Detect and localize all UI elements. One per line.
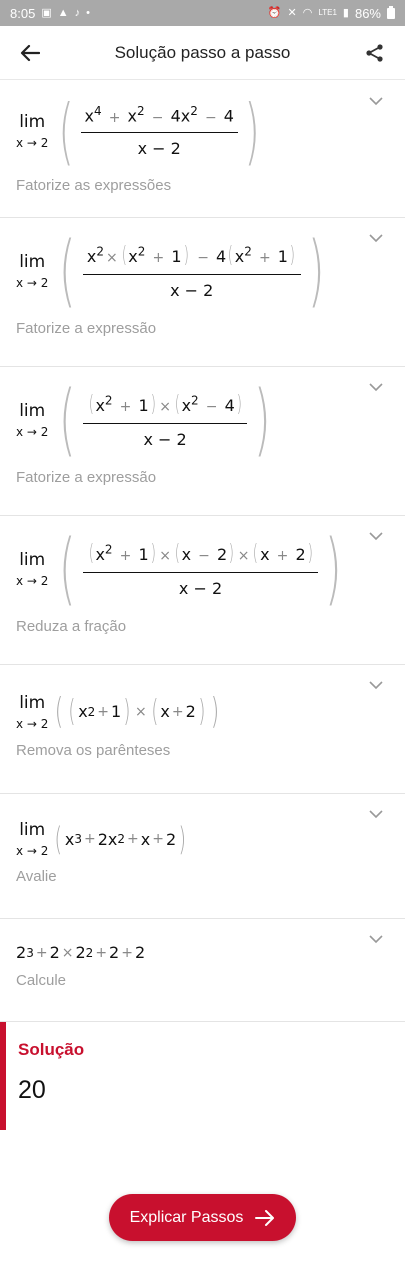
step-description: Fatorize as expressões bbox=[16, 177, 172, 194]
paren-left: ( bbox=[59, 524, 77, 614]
lim-label: lim bbox=[19, 252, 46, 272]
lim-label: lim bbox=[19, 820, 46, 840]
page-title: Solução passo a passo bbox=[114, 42, 291, 62]
solution-panel: Solução 20 bbox=[0, 1022, 405, 1130]
paren-right: ) bbox=[307, 226, 325, 316]
limit-operator: lim x → 2 bbox=[16, 112, 48, 150]
fraction: (x2 + 1) ×(x − 2) ×(x + 2) x − 2 bbox=[82, 541, 319, 598]
lim-label: lim bbox=[19, 692, 46, 713]
lim-sub: x → 2 bbox=[16, 844, 49, 858]
paren-right: ) bbox=[325, 524, 342, 614]
solution-label: Solução bbox=[18, 1040, 85, 1059]
step-expression: lim x → 2 ( x2 ×(x2 + 1) − 4(x2 + 1) x − 2… bbox=[16, 232, 389, 310]
explain-steps-button[interactable]: Explicar Passos bbox=[109, 1194, 296, 1241]
status-bar: 8:05 ▣ ▲ ♪ • ⏰ ✕ ◠ LTE1 ▮ 86% bbox=[0, 0, 405, 26]
step-description: Avalie bbox=[16, 868, 57, 885]
solution-value: 20 bbox=[18, 1076, 46, 1104]
step-item[interactable]: lim x → 2 ( x2 ×(x2 + 1) − 4(x2 + 1) x − 2… bbox=[0, 218, 405, 367]
battery-percent: 86% bbox=[354, 5, 381, 21]
wifi-icon: ◠ bbox=[302, 6, 313, 19]
limit-operator: lim x → 2 bbox=[16, 252, 48, 290]
explain-steps-label: Explicar Passos bbox=[129, 1208, 244, 1226]
lim-sub: x → 2 bbox=[16, 425, 49, 439]
mute-icon: ✕ bbox=[287, 6, 297, 19]
chevron-down-icon[interactable] bbox=[369, 681, 383, 690]
lim-sub: x → 2 bbox=[16, 136, 49, 150]
step-expression: lim x → 2 (x 3 + 2x 2 + x + 2) bbox=[16, 820, 187, 858]
step-expression: lim x → 2 ( x4 + x2 − 4x2 − 4 x − 2 ) bbox=[16, 95, 389, 167]
step-item[interactable]: lim x → 2 ((x 2 + 1) ×(x + 2)) Remova os pa… bbox=[0, 665, 405, 794]
fraction-denominator: x − 2 bbox=[137, 138, 181, 158]
app-bar: Solução passo a passo bbox=[0, 26, 405, 80]
share-button[interactable] bbox=[361, 39, 389, 67]
fraction-denominator: x − 2 bbox=[170, 280, 214, 300]
step-description: Fatorize a expressão bbox=[16, 469, 157, 486]
step-expression: 23 + 2 × 2 2 + 2 + 2 bbox=[16, 943, 146, 962]
warning-icon: ▲ bbox=[57, 6, 69, 19]
lim-label: lim bbox=[19, 112, 46, 132]
alarm-icon: ⏰ bbox=[267, 6, 282, 19]
step-expression: lim x → 2 ((x 2 + 1) ×(x + 2)) bbox=[16, 691, 219, 732]
fraction: (x2 + 1) ×(x2 − 4) x − 2 bbox=[82, 392, 248, 449]
lim-sub: x → 2 bbox=[16, 276, 49, 290]
step-description: Calcule bbox=[16, 972, 67, 989]
step-item[interactable]: 23 + 2 × 2 2 + 2 + 2 Calcule bbox=[0, 919, 405, 1022]
chevron-down-icon[interactable] bbox=[369, 234, 383, 243]
paren-right: ) bbox=[244, 89, 260, 173]
step-description: Fatorize a expressão bbox=[16, 320, 157, 337]
lim-label: lim bbox=[19, 550, 46, 570]
steps-list: lim x → 2 ( x4 + x2 − 4x2 − 4 x − 2 ) Fat… bbox=[0, 81, 405, 1022]
back-button[interactable] bbox=[16, 39, 44, 67]
network-label: LTE1 bbox=[318, 8, 337, 17]
arrow-left-icon bbox=[20, 44, 40, 61]
chevron-down-icon[interactable] bbox=[369, 532, 383, 541]
paren-right: ) bbox=[254, 375, 271, 465]
step-description: Reduza a fração bbox=[16, 618, 127, 635]
limit-operator: lim x → 2 bbox=[16, 401, 48, 439]
status-time: 8:05 bbox=[10, 5, 36, 21]
signal-icon: ▮ bbox=[342, 6, 349, 19]
arrow-right-icon bbox=[255, 1209, 275, 1226]
limit-operator: lim x → 2 bbox=[16, 550, 48, 588]
step-description: Remova os parênteses bbox=[16, 742, 171, 759]
step-item[interactable]: lim x → 2 ( x4 + x2 − 4x2 − 4 x − 2 ) Fat… bbox=[0, 81, 405, 218]
tiktok-icon: ♪ bbox=[74, 6, 81, 19]
paren-left: ( bbox=[59, 375, 77, 465]
battery-icon bbox=[387, 5, 395, 19]
fraction-denominator: x − 2 bbox=[178, 578, 223, 598]
step-item[interactable]: lim x → 2 ( (x2 + 1) ×(x2 − 4) x − 2 ) Fat… bbox=[0, 367, 405, 516]
gallery-icon: ▣ bbox=[41, 6, 52, 19]
fraction: x4 + x2 − 4x2 − 4 x − 2 bbox=[80, 104, 238, 158]
step-expression: lim x → 2 ( (x2 + 1) ×(x2 − 4) x − 2 ) bbox=[16, 381, 389, 459]
limit-operator: lim x → 2 bbox=[16, 820, 48, 858]
dot-icon: • bbox=[86, 6, 90, 19]
fraction: x2 ×(x2 + 1) − 4(x2 + 1) x − 2 bbox=[82, 243, 301, 300]
chevron-down-icon[interactable] bbox=[369, 935, 383, 944]
step-expression: lim x → 2 ( (x2 + 1) ×(x − 2) ×(x + 2) x − … bbox=[16, 530, 389, 608]
step-item[interactable]: lim x → 2 ( (x2 + 1) ×(x − 2) ×(x + 2) x − … bbox=[0, 516, 405, 665]
lim-sub: x → 2 bbox=[16, 574, 49, 588]
share-icon bbox=[366, 43, 383, 62]
chevron-down-icon[interactable] bbox=[369, 383, 383, 392]
paren-left: ( bbox=[58, 89, 75, 173]
chevron-down-icon[interactable] bbox=[369, 810, 383, 819]
lim-sub: x → 2 bbox=[16, 716, 49, 731]
paren-left: ( bbox=[59, 226, 77, 316]
step-item[interactable]: lim x → 2 (x 3 + 2x 2 + x + 2) Avalie bbox=[0, 794, 405, 919]
lim-label: lim bbox=[19, 401, 46, 421]
chevron-down-icon[interactable] bbox=[369, 97, 383, 106]
fraction-denominator: x − 2 bbox=[143, 429, 187, 449]
limit-operator: lim x → 2 bbox=[16, 693, 48, 731]
